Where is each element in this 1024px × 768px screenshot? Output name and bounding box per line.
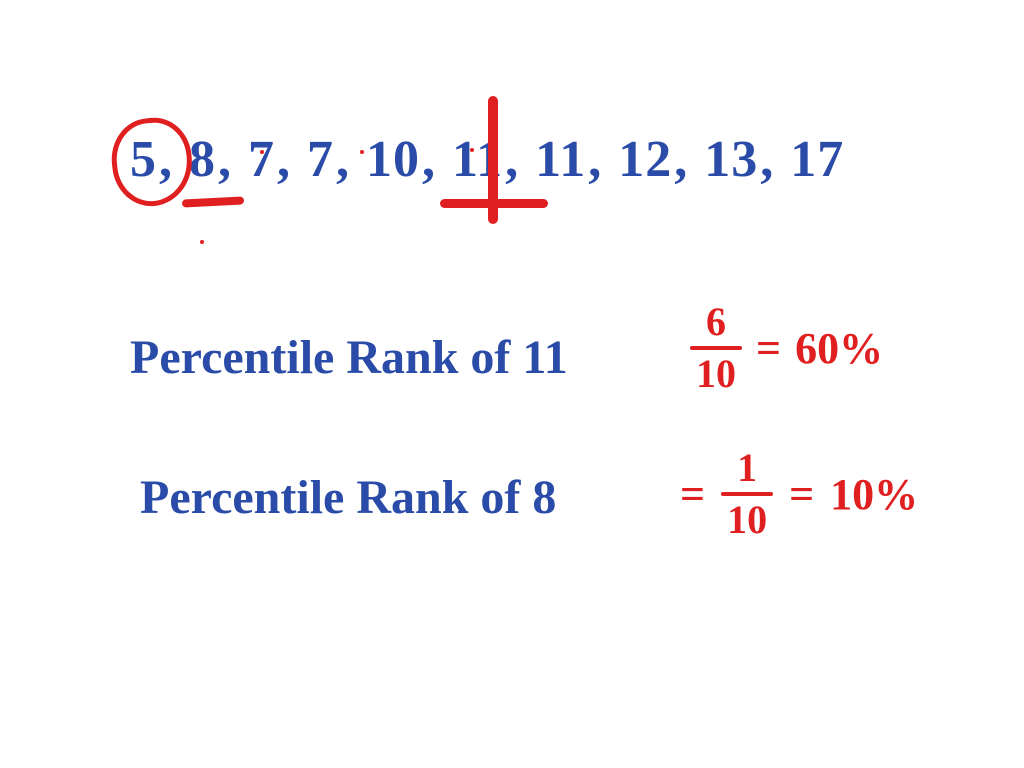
- whiteboard-canvas: 5, 8, 7, 7, 10, 11, 11, 12, 13, 17 Perce…: [0, 0, 1024, 768]
- stray-mark: [470, 148, 474, 152]
- percent-result: 60%: [795, 323, 883, 374]
- data-value: 5: [130, 131, 157, 188]
- separator: ,: [336, 131, 350, 188]
- fraction: 6 10: [690, 302, 742, 394]
- percentile-11-math: 6 10 = 60%: [690, 302, 883, 394]
- data-value: 8: [189, 131, 216, 188]
- separator: ,: [505, 131, 519, 188]
- separator: ,: [588, 131, 602, 188]
- data-value: 7: [248, 131, 275, 188]
- stray-mark: [360, 150, 364, 154]
- fraction-numerator: 6: [690, 302, 742, 344]
- fraction-denominator: 10: [721, 498, 773, 540]
- separator: ,: [218, 131, 232, 188]
- separator: ,: [760, 131, 774, 188]
- fraction-denominator: 10: [690, 352, 742, 394]
- median-split-underline: [440, 199, 548, 208]
- separator: ,: [159, 131, 173, 188]
- underline-annotation: [182, 196, 244, 207]
- data-value: 12: [618, 131, 672, 188]
- data-value: 7: [307, 131, 334, 188]
- equals-sign: =: [680, 469, 705, 520]
- fraction-bar: [690, 346, 742, 350]
- equals-sign: =: [756, 323, 781, 374]
- equals-sign: =: [789, 469, 814, 520]
- data-value: 13: [704, 131, 758, 188]
- percentile-8-math: = 1 10 = 10%: [680, 448, 918, 540]
- stray-mark: [200, 240, 204, 244]
- data-value: 10: [366, 131, 420, 188]
- data-value: 11: [535, 131, 586, 188]
- fraction-numerator: 1: [721, 448, 773, 490]
- fraction: 1 10: [721, 448, 773, 540]
- percentile-label: Percentile Rank of 8: [140, 471, 556, 524]
- fraction-bar: [721, 492, 773, 496]
- separator: ,: [674, 131, 688, 188]
- data-value: 17: [790, 131, 844, 188]
- separator: ,: [277, 131, 291, 188]
- stray-mark: [260, 150, 264, 154]
- percentile-label: Percentile Rank of 11: [130, 331, 568, 384]
- percentile-rank-11-line: Percentile Rank of 11 6 10 = 60%: [130, 330, 568, 385]
- percentile-rank-8-line: Percentile Rank of 8 = 1 10 = 10%: [140, 470, 556, 525]
- percent-result: 10%: [830, 469, 918, 520]
- separator: ,: [422, 131, 436, 188]
